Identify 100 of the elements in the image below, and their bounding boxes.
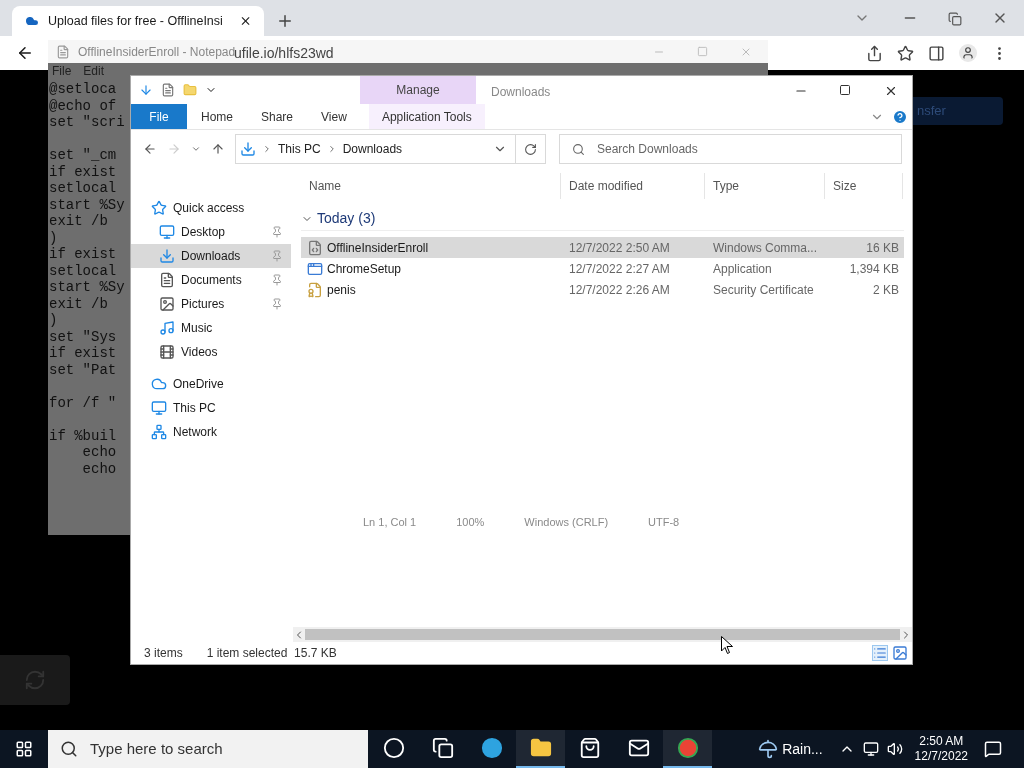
pin-icon (271, 250, 283, 262)
column-header[interactable]: Size (825, 173, 903, 199)
cloud-icon (151, 376, 167, 392)
task-view-icon (431, 737, 454, 759)
window-title: Downloads (491, 84, 551, 101)
recent-icon[interactable] (191, 144, 201, 154)
document-icon (159, 272, 175, 288)
taskbar-app[interactable] (516, 730, 565, 768)
address-bar[interactable]: This PC Downloads (235, 134, 546, 164)
code-line: echo (81, 444, 117, 461)
code-line: if exist (49, 246, 117, 263)
back-icon[interactable] (143, 142, 157, 156)
picture-icon (159, 296, 175, 312)
details-view-icon[interactable] (872, 645, 888, 661)
selection-info: 1 item selected 15.7 KB (206, 645, 337, 662)
taskbar-search-field[interactable]: Type here to search (48, 730, 368, 768)
file-row[interactable]: ChromeSetup 12/7/2022 2:27 AM Application 1,394 KB (301, 258, 904, 279)
nav-item[interactable]: Pictures (131, 292, 291, 316)
nav-item[interactable]: Network (131, 420, 291, 444)
code-line: ) (49, 229, 58, 246)
code-line: if %buil (49, 427, 117, 444)
help-icon[interactable] (892, 108, 908, 125)
code-line: if exist (49, 163, 117, 180)
mouse-cursor-icon (721, 636, 733, 654)
nav-item[interactable]: Desktop (131, 220, 291, 244)
nav-item[interactable]: Videos (131, 340, 291, 364)
code-line: set "scri (49, 114, 125, 131)
monitor-icon (159, 224, 175, 240)
store-bag-icon (578, 737, 601, 759)
code-line: start %Sy (49, 196, 125, 213)
file-name: ChromeSetup (327, 260, 402, 278)
column-header[interactable]: Name (301, 173, 561, 199)
film-icon (159, 344, 175, 360)
ribbon-tab[interactable]: Share (247, 104, 308, 129)
code-line: setlocal (49, 180, 117, 197)
context-tab-header: Manage (360, 76, 476, 104)
code-line: @echo of (49, 97, 117, 114)
code-line: exit /b (49, 295, 108, 312)
group-header[interactable]: Today (3) (301, 207, 904, 231)
ribbon-tab[interactable]: View (307, 104, 361, 129)
windows-start-icon[interactable] (15, 740, 33, 758)
weather-widget[interactable]: Rain... (758, 738, 823, 760)
browser-tab[interactable]: Upload files for free - OfflineInsi (12, 6, 264, 36)
network-icon[interactable] (862, 741, 879, 757)
breadcrumb-item[interactable]: Downloads (342, 140, 403, 158)
up-icon[interactable] (211, 142, 225, 156)
maximize-icon[interactable] (839, 84, 851, 96)
breadcrumb-item[interactable]: This PC (278, 140, 321, 158)
code-line: set "Pat (49, 361, 117, 378)
code-line: setlocal (49, 262, 117, 279)
taskbar-app[interactable] (663, 730, 712, 768)
side-panel-icon[interactable] (928, 44, 945, 62)
ribbon-tab[interactable]: File (131, 104, 187, 129)
nav-item[interactable]: This PC (131, 396, 291, 420)
back-icon[interactable] (16, 44, 34, 62)
url-text[interactable]: ufile.io/hlfs23wd (234, 42, 334, 64)
new-tab-icon[interactable] (276, 12, 294, 30)
search-icon (60, 740, 78, 758)
code-line: for /f " (49, 394, 117, 411)
bookmark-star-icon[interactable] (897, 44, 914, 62)
refresh-icon[interactable] (524, 142, 537, 156)
notification-icon[interactable] (984, 740, 1002, 758)
cortana-circle-icon (382, 737, 405, 759)
nav-item[interactable]: Documents (131, 268, 291, 292)
browser-icon (676, 737, 699, 759)
file-date: 12/7/2022 2:27 AM (568, 260, 671, 278)
file-row[interactable]: OfflineInsiderEnroll 12/7/2022 2:50 AM Windows Comma... 16 KB (301, 237, 904, 258)
search-field[interactable]: Search Downloads (559, 134, 902, 164)
file-name: OfflineInsiderEnroll (327, 239, 429, 257)
column-header[interactable]: Type (705, 173, 825, 199)
mail-icon (627, 737, 650, 759)
ribbon-tab[interactable]: Application Tools (368, 104, 485, 129)
file-type: Security Certificate (712, 281, 815, 299)
nav-item[interactable]: Quick access (131, 196, 291, 220)
code-line: start %Sy (49, 279, 125, 296)
column-header[interactable]: Date modified (561, 173, 705, 199)
music-icon (159, 320, 175, 336)
folder-icon (529, 737, 552, 759)
code-line: if exist (49, 345, 117, 362)
file-size: 16 KB (865, 239, 900, 257)
share-icon[interactable] (866, 44, 883, 62)
restore-icon[interactable] (948, 12, 962, 26)
ribbon-tab[interactable]: Home (187, 104, 247, 129)
file-date: 12/7/2022 2:50 AM (568, 239, 671, 257)
close-icon[interactable] (884, 84, 898, 98)
nav-item[interactable]: OneDrive (131, 372, 291, 396)
clock[interactable]: 2:50 AM 12/7/2022 (914, 734, 968, 764)
umbrella-icon (758, 739, 779, 759)
large-icons-view-icon[interactable] (892, 645, 908, 661)
file-size: 2 KB (872, 281, 900, 299)
file-type: Windows Comma... (712, 239, 819, 257)
browser-icon (480, 737, 503, 759)
recaptcha-icon (24, 669, 46, 691)
file-row[interactable]: penis 12/7/2022 2:26 AM Security Certificate 2 KB (301, 279, 904, 300)
properties-icon[interactable] (161, 83, 175, 97)
nav-item[interactable]: Music (131, 316, 291, 340)
nav-item[interactable]: Downloads (131, 244, 291, 268)
download-icon[interactable] (139, 83, 153, 97)
profile-icon[interactable] (959, 44, 977, 62)
network-icon (151, 424, 167, 440)
